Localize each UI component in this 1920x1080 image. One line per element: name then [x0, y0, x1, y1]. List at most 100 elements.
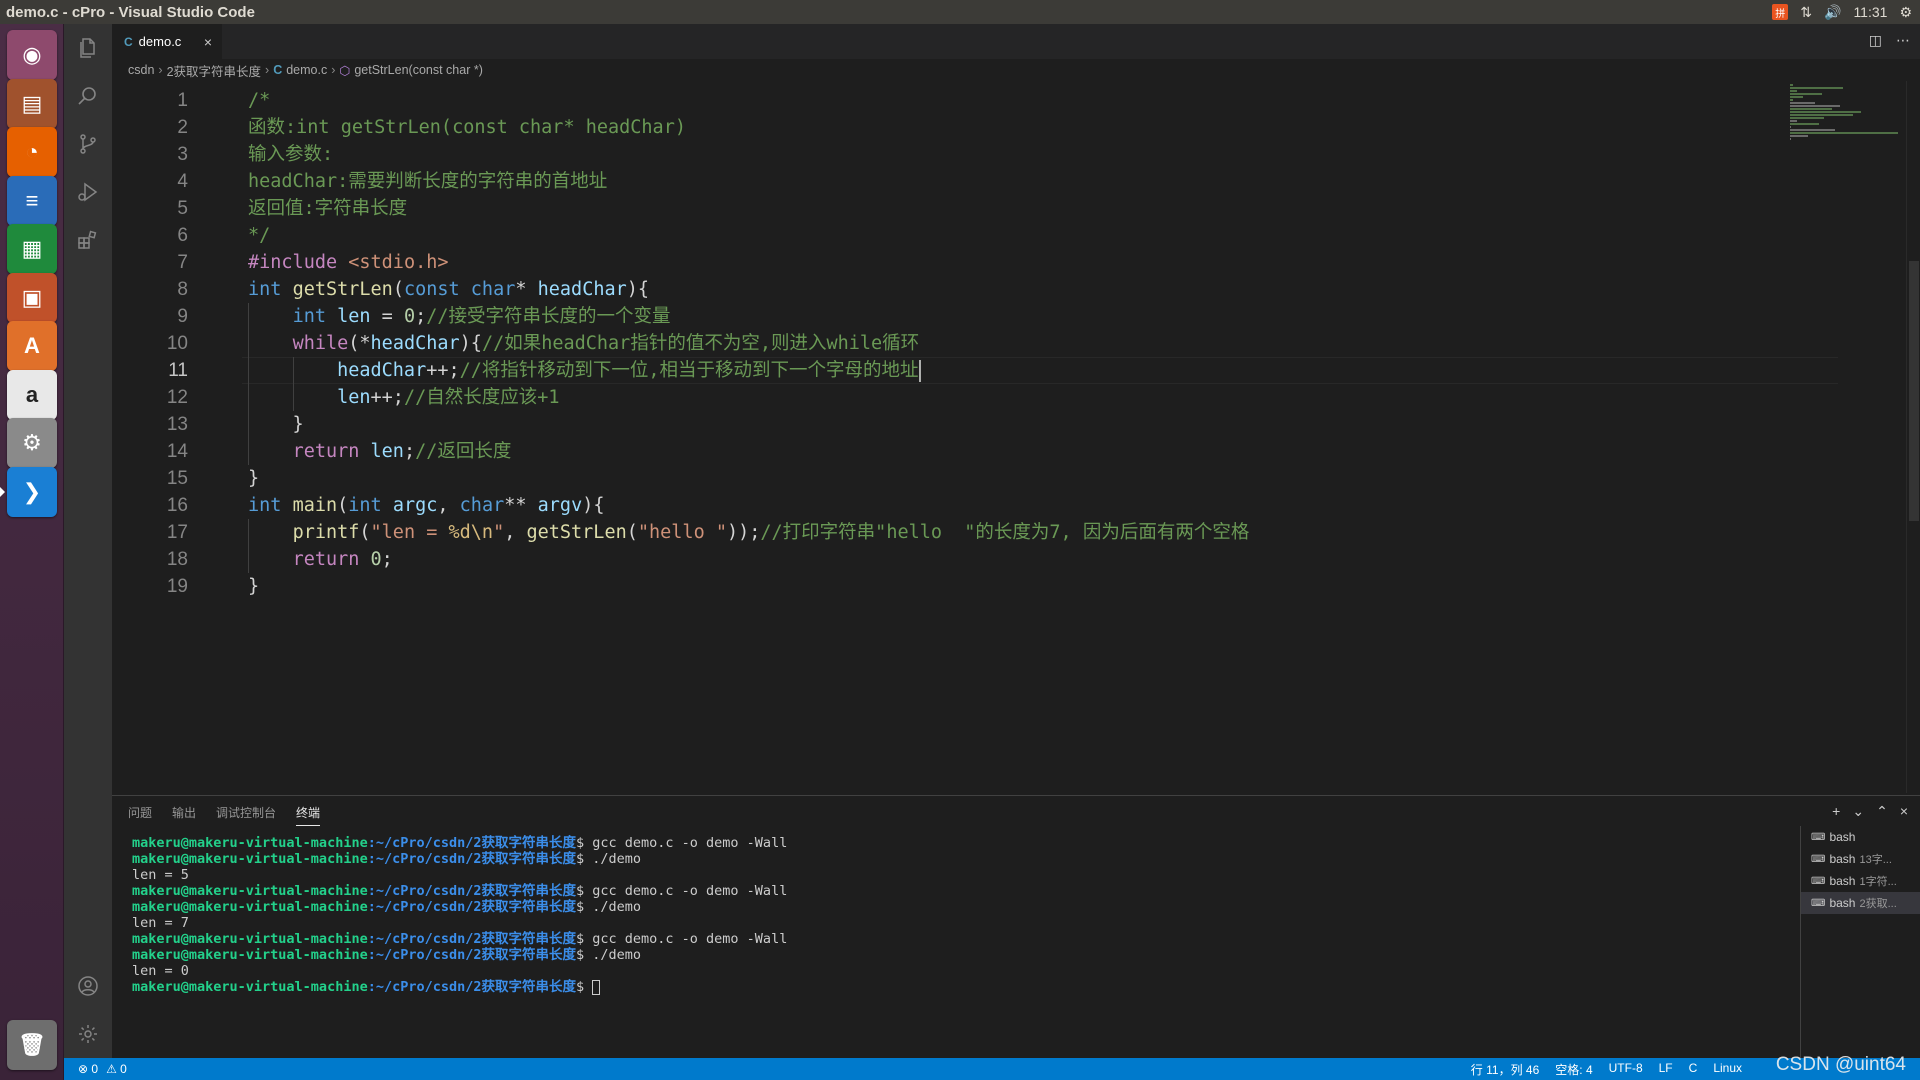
breadcrumb-folder[interactable]: 2获取字符串长度: [167, 61, 261, 80]
code-token: len: [337, 387, 371, 408]
line-ending[interactable]: LF: [1659, 1061, 1673, 1078]
manage-gear-icon[interactable]: [64, 1010, 112, 1058]
minimap[interactable]: [1790, 84, 1900, 144]
accounts-icon[interactable]: [64, 962, 112, 1010]
breadcrumb-file[interactable]: demo.c: [286, 63, 327, 77]
code-line[interactable]: 1 /*: [112, 87, 1872, 114]
terminal-line: makeru@makeru-virtual-machine:~/cPro/csd…: [132, 835, 1792, 851]
terminal-instance[interactable]: ⌨ bash 13字...: [1801, 848, 1920, 870]
panel-tab[interactable]: 调试控制台: [216, 804, 276, 821]
panel-actions: + ⌄ ⌃ ×: [1832, 803, 1908, 820]
terminal-line: makeru@makeru-virtual-machine:~/cPro/csd…: [132, 979, 1792, 995]
cursor-position[interactable]: 行 11，列 46: [1471, 1061, 1539, 1078]
code-line[interactable]: 15}: [112, 465, 1872, 492]
code-line[interactable]: 7 #include <stdio.h>: [112, 249, 1872, 276]
close-panel-icon[interactable]: ×: [1900, 803, 1908, 820]
indentation[interactable]: 空格: 4: [1555, 1061, 1592, 1078]
system-settings-icon[interactable]: ⚙: [1899, 4, 1912, 21]
launcher-calc-icon[interactable]: ▦: [7, 224, 57, 274]
code-line[interactable]: 5 返回值:字符串长度: [112, 195, 1872, 222]
code-line[interactable]: 19}: [112, 573, 1872, 600]
scrollbar-thumb[interactable]: [1909, 261, 1919, 521]
code-line[interactable]: 4 headChar:需要判断长度的字符串的首地址: [112, 168, 1872, 195]
new-terminal-icon[interactable]: +: [1832, 803, 1840, 820]
panel-tab[interactable]: 终端: [296, 804, 321, 826]
extensions-icon[interactable]: [64, 216, 112, 264]
os-label[interactable]: Linux: [1713, 1061, 1742, 1078]
input-method-icon[interactable]: 拼: [1772, 4, 1789, 20]
launcher-amazon-icon[interactable]: a: [7, 369, 57, 420]
code-token: ,: [437, 495, 460, 516]
panel-tab[interactable]: 输出: [172, 804, 196, 821]
code-line[interactable]: 16 int main(int argc, char** argv){: [112, 492, 1872, 519]
trash-icon[interactable]: 🗑: [7, 1020, 57, 1070]
run-debug-icon[interactable]: [64, 168, 112, 216]
code-line[interactable]: 2 函数:int getStrLen(const char* headChar): [112, 114, 1872, 141]
editor-scrollbar[interactable]: [1906, 81, 1920, 793]
network-icon[interactable]: ⇅: [1800, 4, 1812, 21]
code-line[interactable]: 8 int getStrLen(const char* headChar){: [112, 276, 1872, 303]
clock[interactable]: 11:31: [1853, 4, 1887, 20]
breadcrumb-symbol[interactable]: getStrLen(const char *): [354, 63, 483, 77]
launcher-files-icon[interactable]: ▤: [7, 78, 57, 129]
terminal-instance[interactable]: ⌨ bash 1字符...: [1801, 870, 1920, 892]
code-token: const: [403, 279, 460, 300]
active-app-arrow-icon: [0, 486, 5, 497]
volume-icon[interactable]: 🔊: [1824, 4, 1841, 21]
watermark: CSDN @uint64: [1775, 1054, 1906, 1075]
terminal-user: makeru@makeru-virtual-machine: [132, 899, 368, 915]
panel-tab[interactable]: 问题: [128, 804, 152, 821]
language-mode[interactable]: C: [1689, 1061, 1698, 1078]
panel-tabs: 问题 输出 调试控制台 终端: [128, 796, 321, 828]
code-line[interactable]: 12 len++;//自然长度应该+1: [112, 384, 1872, 411]
launcher-software-center-icon[interactable]: A: [7, 321, 57, 371]
code-line[interactable]: 6 */: [112, 222, 1872, 249]
code-line[interactable]: 14 return len;//返回长度: [112, 438, 1872, 465]
code-line[interactable]: 3 输入参数:: [112, 141, 1872, 168]
minimap-line: [1790, 96, 1803, 98]
encoding[interactable]: UTF-8: [1609, 1061, 1643, 1078]
code-line[interactable]: 13 }: [112, 411, 1872, 438]
terminal-output[interactable]: makeru@makeru-virtual-machine:~/cPro/csd…: [132, 835, 1792, 995]
code-line[interactable]: 11 headChar++;//将指针移动到下一位,相当于移动到下一个字母的地址: [112, 357, 1872, 384]
explorer-icon[interactable]: [64, 24, 112, 72]
code-line[interactable]: 18 return 0;: [112, 546, 1872, 573]
launcher-system-settings-icon[interactable]: ⚙: [7, 418, 57, 468]
split-editor-icon[interactable]: ◫: [1869, 32, 1882, 49]
code-token: int: [348, 495, 382, 516]
warnings-count[interactable]: ⚠ 0: [106, 1062, 127, 1076]
errors-count[interactable]: ⊗ 0: [78, 1062, 98, 1076]
search-icon[interactable]: [64, 72, 112, 120]
terminal-user: makeru@makeru-virtual-machine: [132, 979, 368, 995]
breadcrumb-root[interactable]: csdn: [128, 63, 154, 77]
launcher-firefox-icon[interactable]: ◔: [7, 127, 57, 177]
launcher-ubuntu-dash-icon[interactable]: ◉: [7, 30, 57, 80]
code-token: (: [626, 522, 638, 543]
code-token: headChar: [370, 333, 460, 354]
launcher-vscode-icon[interactable]: ❯: [7, 466, 57, 517]
tab-demo-c[interactable]: C demo.c ×: [112, 24, 222, 59]
close-icon[interactable]: ×: [204, 34, 212, 50]
launcher-writer-icon[interactable]: ≡: [7, 175, 57, 226]
launcher-impress-icon[interactable]: ▣: [7, 272, 57, 323]
code-line[interactable]: 9 int len = 0;//接受字符串长度的一个变量: [112, 303, 1872, 330]
source-control-icon[interactable]: [64, 120, 112, 168]
code-line[interactable]: 17 printf("len = %d\n", getStrLen("hello…: [112, 519, 1872, 546]
code-editor[interactable]: 1 /* 2 函数:int getStrLen(const char* headCha…: [112, 81, 1872, 793]
maximize-panel-icon[interactable]: ⌃: [1876, 803, 1888, 820]
terminal-cursor: [592, 979, 601, 995]
dropdown-icon[interactable]: ⌄: [1852, 803, 1864, 820]
minimap-line: [1790, 111, 1862, 113]
code-token: return: [292, 441, 360, 462]
code-token: main: [292, 495, 338, 516]
code-token: (*: [348, 333, 371, 354]
terminal-line: makeru@makeru-virtual-machine:~/cPro/csd…: [132, 899, 1792, 915]
terminal-instance[interactable]: ⌨ bash: [1801, 826, 1920, 848]
code-line[interactable]: 10 while(*headChar){//如果headChar指针的值不为空,…: [112, 330, 1872, 357]
terminal-instance[interactable]: ⌨ bash 2获取...: [1801, 892, 1920, 914]
more-actions-icon[interactable]: ⋯: [1896, 32, 1910, 49]
breadcrumb: csdn › 2获取字符串长度 › C demo.c › ⬡ getStrLen…: [112, 59, 1920, 81]
line-number: 8: [177, 279, 188, 300]
